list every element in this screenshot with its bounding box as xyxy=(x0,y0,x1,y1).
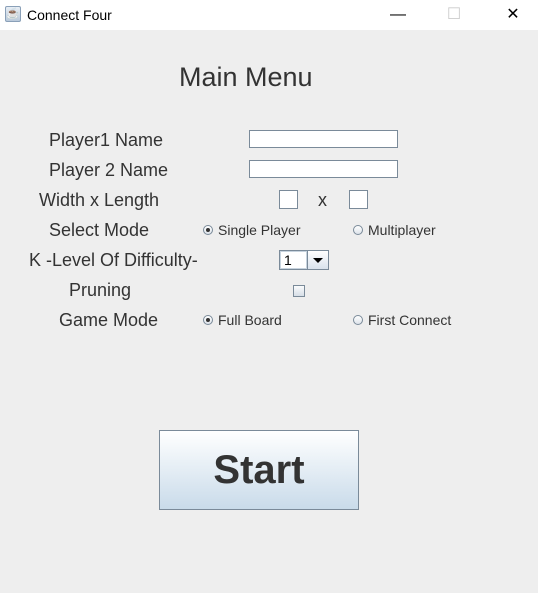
radio-unselected-icon xyxy=(353,225,363,235)
page-title: Main Menu xyxy=(179,62,313,92)
radio-single-player[interactable]: Single Player xyxy=(203,222,301,238)
close-button[interactable]: ✕ xyxy=(490,0,536,30)
player2-name-input[interactable] xyxy=(249,160,398,178)
chevron-down-icon[interactable] xyxy=(307,251,328,269)
player1-label: Player1 Name xyxy=(49,130,164,150)
difficulty-value: 1 xyxy=(280,251,307,269)
window-title: Connect Four xyxy=(27,7,112,23)
radio-full-board[interactable]: Full Board xyxy=(203,312,282,328)
difficulty-label: K -Level Of Difficulty- xyxy=(29,250,198,270)
java-icon: ☕ xyxy=(5,6,21,22)
player1-name-input[interactable] xyxy=(249,130,398,148)
start-button[interactable]: Start xyxy=(159,430,359,510)
pruning-checkbox[interactable] xyxy=(293,285,305,297)
radio-label: Full Board xyxy=(218,312,282,328)
difficulty-dropdown[interactable]: 1 xyxy=(279,250,329,270)
radio-label: Single Player xyxy=(218,222,301,238)
radio-multiplayer[interactable]: Multiplayer xyxy=(353,222,436,238)
radio-first-connect[interactable]: First Connect xyxy=(353,312,451,328)
size-label: Width x Length xyxy=(39,190,160,210)
width-input[interactable] xyxy=(279,190,298,209)
player2-label: Player 2 Name xyxy=(49,160,169,180)
radio-unselected-icon xyxy=(353,315,363,325)
radio-selected-icon xyxy=(203,225,213,235)
title-bar: ☕ Connect Four — ☐ ✕ xyxy=(0,0,538,30)
radio-label: First Connect xyxy=(368,312,452,328)
size-x-label: x xyxy=(318,190,327,210)
radio-selected-icon xyxy=(203,315,213,325)
pruning-label: Pruning xyxy=(69,280,132,300)
minimize-button[interactable]: — xyxy=(375,0,421,30)
maximize-button[interactable]: ☐ xyxy=(431,0,477,30)
radio-label: Multiplayer xyxy=(368,222,436,238)
select-mode-label: Select Mode xyxy=(49,220,150,240)
length-input[interactable] xyxy=(349,190,368,209)
game-mode-label: Game Mode xyxy=(59,310,159,330)
